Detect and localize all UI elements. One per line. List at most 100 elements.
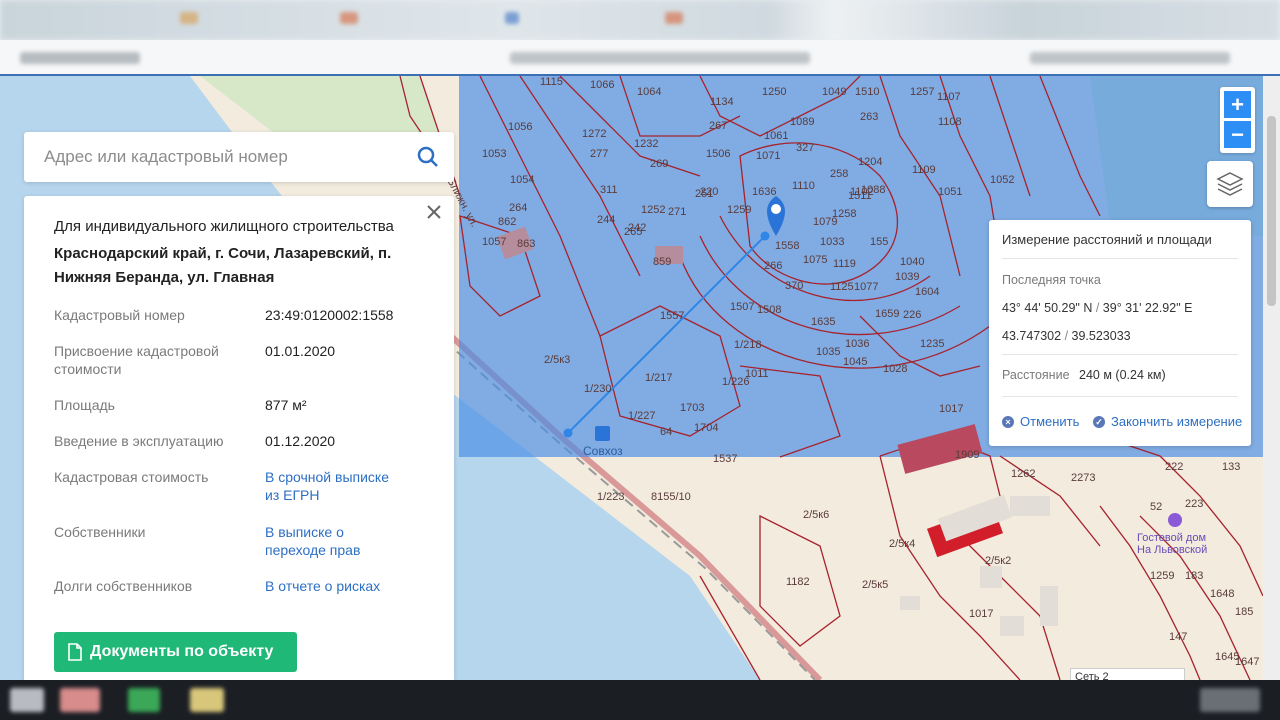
divider [1002,354,1238,355]
plot-number-label: 277 [590,148,609,160]
plot-number-label: 266 [764,260,783,272]
plot-number-label: 1507 [730,301,755,313]
plot-number-label: 147 [1169,631,1188,643]
plot-number-label: 1036 [845,338,870,350]
owners-label: Собственники [54,524,146,540]
plot-number-label: 2273 [1071,472,1096,484]
plot-number-label: 1537 [713,453,738,465]
search-icon[interactable] [416,145,440,169]
layers-icon [1216,172,1244,196]
plot-number-label: 1107 [937,91,961,103]
plot-number-label: 1/218 [734,339,762,351]
plot-number-label: 1508 [757,304,782,316]
plot-number-label: 2/5к6 [803,509,830,521]
tab-favicon [665,12,683,24]
owners-link[interactable]: В выписке о переходе прав [265,523,385,559]
plot-number-label: 1039 [895,271,920,283]
measure-start-point[interactable] [563,428,573,438]
plot-number-label: 2/5к3 [544,354,571,366]
plot-number-label: 311 [600,184,618,196]
plot-number-label: 267 [709,120,728,132]
coord-dec-lat: 43.747302 [1002,329,1062,343]
plot-number-label: 1040 [900,256,925,268]
plot-number-label: 1075 [803,254,828,266]
plot-number-label: 1071 [756,150,781,162]
toolbar-blurred [20,52,140,64]
plot-number-label: 1636 [752,186,777,198]
cancel-measure-button[interactable]: × Отменить [1002,414,1079,429]
taskbar-app[interactable] [10,688,44,712]
plot-number-label: 863 [517,238,536,250]
plot-number-label: 1017 [939,403,964,415]
cadastral-number-value: 23:49:0120002:1558 [265,307,394,323]
plot-number-label: 1/227 [628,410,656,422]
plot-number-label: 222 [1165,461,1184,473]
measure-end-point[interactable] [760,231,770,241]
plot-number-label: 1077 [854,281,879,293]
plot-number-label: 2/5к2 [985,555,1012,567]
plot-number-label: 1604 [915,286,940,298]
area-label: Площадь [54,397,115,413]
cancel-icon: × [1002,415,1014,428]
plot-number-label: 1115 [540,76,563,88]
plot-number-label: 1252 [641,204,666,216]
plot-number-label: 1057 [482,236,507,248]
taskbar-app[interactable] [60,688,100,712]
plot-number-label: 155 [870,236,889,248]
close-icon[interactable] [424,202,444,222]
plot-number-label: 1635 [811,316,836,328]
cadastral-value-link[interactable]: В срочной выписке из ЕГРН [265,468,400,504]
search-box [24,132,454,182]
plot-number-label: 223 [1185,498,1204,510]
taskbar-app[interactable] [190,688,224,712]
zoom-in-button[interactable]: + [1224,91,1251,118]
distance-row: Расстояние 240 м (0.24 км) [1002,368,1166,382]
page-scrollbar[interactable] [1263,76,1280,680]
plot-number-label: 1066 [590,79,615,91]
search-input[interactable] [24,132,404,182]
system-tray[interactable] [1200,688,1260,712]
plot-number-label: 1510 [855,86,880,98]
debts-link[interactable]: В отчете о рисках [265,577,445,595]
plot-number-label: 133 [1222,461,1241,473]
train-station-icon[interactable] [595,426,610,441]
plot-number-label: 185 [1235,606,1254,618]
coord-dms-lon: 39° 31' 22.92" E [1102,301,1193,315]
valuation-date-value: 01.01.2020 [265,343,336,359]
plot-number-label: 2/5к4 [889,538,916,550]
plot-number-label: 1703 [680,402,705,414]
finish-measure-button[interactable]: ✓ Закончить измерение [1093,414,1242,429]
plot-number-label: 1054 [510,174,535,186]
plot-number-label: 2/5к5 [862,579,889,591]
plot-number-label: 226 [903,309,922,321]
taskbar-app[interactable] [128,688,160,712]
plot-number-label: 1109 [912,164,936,176]
plot-number-label: 1257 [910,86,935,98]
finish-label: Закончить измерение [1111,414,1243,429]
measure-popup: Измерение расстояний и площади Последняя… [989,220,1251,446]
plot-number-label: 862 [498,216,517,228]
plot-number-label: 1119 [833,258,856,270]
layers-button[interactable] [1207,161,1253,207]
plot-number-label: 1051 [938,186,963,198]
hotel-icon[interactable] [1168,513,1182,527]
zoom-out-button[interactable]: − [1224,121,1251,148]
coord-dms-lat: 43° 44' 50.29" N [1002,301,1093,315]
tab-favicon [180,12,198,24]
object-info-panel: Для индивидуального жилищного строительс… [24,196,454,680]
plot-number-label: 1056 [508,121,533,133]
plot-number-label: 1262 [1011,468,1036,480]
object-address: Краснодарский край, г. Сочи, Лазаревский… [54,245,392,286]
plot-number-label: 1506 [706,148,731,160]
plot-number-label: 64 [660,426,673,438]
plot-number-label: 1659 [875,308,900,320]
last-point-label: Последняя точка [1002,273,1101,287]
plot-number-label: 1250 [762,86,787,98]
documents-button[interactable]: Документы по объекту [54,632,297,672]
scrollbar-thumb[interactable] [1267,116,1276,306]
commissioning-value: 01.12.2020 [265,433,336,449]
browser-chrome [0,0,1280,76]
cancel-label: Отменить [1020,414,1080,429]
debts-label: Долги собственников [54,578,193,594]
plot-number-label: 370 [785,280,804,292]
